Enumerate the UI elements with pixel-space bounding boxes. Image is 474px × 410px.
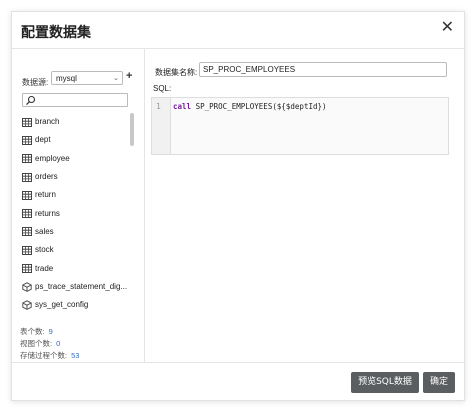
- table-icon: [22, 135, 35, 145]
- datasource-label: 数据源:: [22, 78, 49, 87]
- ok-button[interactable]: 确定: [423, 372, 455, 393]
- list-item-label: orders: [35, 172, 58, 182]
- table-icon: [22, 264, 35, 274]
- list-item-label: sales: [35, 226, 54, 236]
- sql-label: SQL:: [153, 84, 172, 93]
- dialog-title: 配置数据集: [21, 25, 91, 41]
- chevron-down-icon: ⌄: [113, 75, 119, 82]
- list-item-label: trade: [35, 263, 54, 273]
- sql-keyword: call: [173, 102, 192, 111]
- dataset-config-dialog: 配置数据集 ✕ 数据源: mysql ⌄ + branch dept employe…: [11, 11, 465, 401]
- view-icon: [22, 300, 35, 311]
- list-item-label: branch: [35, 117, 60, 127]
- list-item[interactable]: stock: [22, 241, 138, 259]
- stat-procs-count: 53: [71, 351, 80, 360]
- list-item[interactable]: trade: [22, 259, 138, 277]
- table-icon: [22, 227, 35, 237]
- close-icon[interactable]: ✕: [441, 19, 454, 37]
- dataset-name-label: 数据集名称:: [155, 68, 198, 77]
- sql-editor[interactable]: 1 call SP_PROC_EMPLOYEES(${$deptId}): [151, 97, 449, 155]
- search-input[interactable]: [22, 93, 128, 107]
- stat-tables: 表个数: 9: [20, 326, 79, 338]
- sql-code-rest: SP_PROC_EMPLOYEES(${$deptId}): [191, 102, 327, 111]
- list-item-label: dept: [35, 135, 51, 145]
- search-icon: [26, 95, 36, 106]
- list-item[interactable]: orders: [22, 168, 138, 186]
- list-item-label: employee: [35, 153, 70, 163]
- list-item[interactable]: branch: [22, 113, 138, 131]
- table-list: branch dept employee orders return returns sal…: [22, 113, 138, 318]
- stat-views: 视图个数: 0: [20, 338, 79, 350]
- list-item-label: return: [35, 190, 56, 200]
- preview-sql-button[interactable]: 预览SQL数据: [351, 372, 419, 393]
- list-scrollbar[interactable]: [130, 113, 135, 318]
- list-item[interactable]: dept: [22, 131, 138, 149]
- stat-procs-label: 存储过程个数:: [20, 351, 68, 360]
- table-icon: [22, 190, 35, 200]
- list-item-label: ps_trace_statement_dig...: [35, 281, 128, 291]
- stat-procs: 存储过程个数: 53: [20, 350, 79, 362]
- list-item[interactable]: ps_trace_statement_dig...: [22, 278, 138, 296]
- list-item[interactable]: return: [22, 186, 138, 204]
- dialog-header: 配置数据集 ✕: [12, 12, 464, 49]
- dataset-name-field[interactable]: SP_PROC_EMPLOYEES: [199, 62, 447, 77]
- stats-block: 表个数: 9 视图个数: 0 存储过程个数: 53: [20, 326, 79, 362]
- stat-views-count: 0: [56, 339, 61, 348]
- line-number: 1: [156, 102, 161, 111]
- scrollbar-thumb[interactable]: [130, 113, 134, 146]
- editor-gutter: 1: [152, 98, 171, 154]
- stat-tables-label: 表个数:: [20, 327, 45, 336]
- list-item[interactable]: employee: [22, 150, 138, 168]
- table-icon: [22, 172, 35, 182]
- table-icon: [22, 209, 35, 219]
- list-item[interactable]: sys_get_config: [22, 296, 138, 314]
- sql-code-line: call SP_PROC_EMPLOYEES(${$deptId}): [173, 102, 327, 111]
- stat-views-label: 视图个数:: [20, 339, 53, 348]
- table-icon: [22, 245, 35, 255]
- datasource-value: mysql: [56, 74, 77, 83]
- table-icon: [22, 117, 35, 127]
- table-icon: [22, 154, 35, 164]
- list-item[interactable]: sales: [22, 223, 138, 241]
- add-datasource-button[interactable]: +: [126, 70, 132, 82]
- list-item-label: stock: [35, 245, 54, 255]
- list-item-label: sys_get_config: [35, 300, 89, 310]
- list-item[interactable]: returns: [22, 204, 138, 222]
- left-panel: 数据源: mysql ⌄ + branch dept employee orders r…: [12, 49, 145, 362]
- stat-tables-count: 9: [48, 327, 53, 336]
- datasource-select[interactable]: mysql ⌄: [51, 71, 123, 85]
- view-icon: [22, 282, 35, 292]
- list-item-label: returns: [35, 208, 60, 218]
- dialog-footer: 预览SQL数据 确定: [12, 362, 464, 401]
